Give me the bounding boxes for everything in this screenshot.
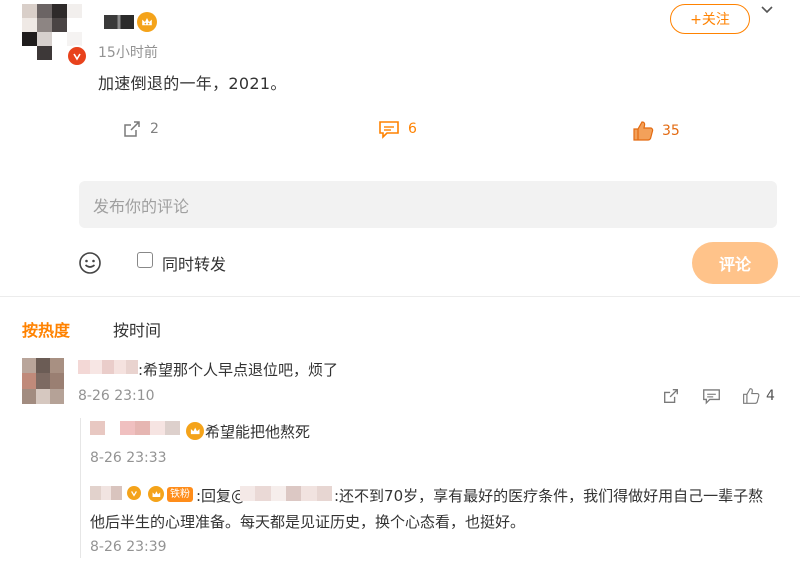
comment-share-button[interactable]: [662, 387, 680, 405]
repost-checkbox-label[interactable]: 同时转发: [162, 251, 226, 275]
reply-thread-rail: [80, 418, 81, 558]
comment-count: 6: [408, 121, 417, 137]
comment-like-count: 4: [766, 388, 775, 404]
tab-sort-hot[interactable]: 按热度: [22, 317, 70, 341]
comment-input-placeholder: 发布你的评论: [93, 196, 190, 216]
comment-author-name[interactable]: [78, 360, 138, 374]
like-button[interactable]: 35: [632, 120, 680, 142]
fan-badge: 铁粉: [167, 487, 193, 502]
comment-input[interactable]: 发布你的评论: [79, 181, 777, 228]
reply-author-name[interactable]: [90, 486, 122, 500]
verified-icon: [66, 45, 88, 67]
divider: [0, 296, 800, 297]
reply-time: 8-26 23:39: [90, 539, 167, 555]
emoji-icon[interactable]: [78, 251, 102, 275]
post-time: 15小时前: [98, 45, 158, 61]
reply-text-line2: 他后半生的心理准备。每天都是见证历史，换个心态看，也挺好。: [90, 513, 526, 531]
follow-button[interactable]: +关注: [670, 4, 750, 34]
reply-prefix: :回复@: [196, 487, 247, 505]
verified-icon: [127, 486, 141, 500]
post-author-name[interactable]: [104, 15, 134, 29]
crown-icon: [148, 486, 164, 502]
like-icon: [632, 120, 654, 142]
submit-comment-button[interactable]: 评论: [692, 242, 778, 284]
comment-reply-button[interactable]: [702, 387, 721, 405]
comment-like-button[interactable]: 4: [742, 387, 775, 405]
repost-button[interactable]: 2: [122, 119, 159, 139]
comment-button[interactable]: 6: [378, 119, 417, 139]
comment-avatar[interactable]: [22, 358, 64, 404]
reply-text-line1: :还不到70岁，享有最好的医疗条件，我们得做好用自己一辈子熬: [334, 487, 764, 505]
repost-icon: [122, 119, 142, 139]
repost-count: 2: [150, 121, 159, 137]
post-text: 加速倒退的一年，2021。: [98, 74, 287, 93]
chevron-down-icon[interactable]: [760, 2, 774, 16]
comment-text: :希望那个人早点退位吧，烦了: [138, 361, 339, 379]
repost-icon: [662, 387, 680, 405]
like-count: 35: [662, 123, 680, 139]
crown-icon: [137, 12, 157, 32]
like-icon: [742, 387, 760, 405]
reply-text: 希望能把他熬死: [205, 423, 311, 441]
reply-time: 8-26 23:33: [90, 450, 167, 466]
reply-author-name[interactable]: [90, 421, 180, 435]
tab-sort-time[interactable]: 按时间: [113, 317, 161, 341]
comment-icon: [702, 387, 721, 405]
crown-icon: [186, 422, 204, 440]
mentioned-user-name[interactable]: [240, 486, 332, 501]
comment-icon: [378, 119, 400, 139]
comment-time: 8-26 23:10: [78, 388, 155, 404]
repost-checkbox[interactable]: [137, 252, 153, 268]
